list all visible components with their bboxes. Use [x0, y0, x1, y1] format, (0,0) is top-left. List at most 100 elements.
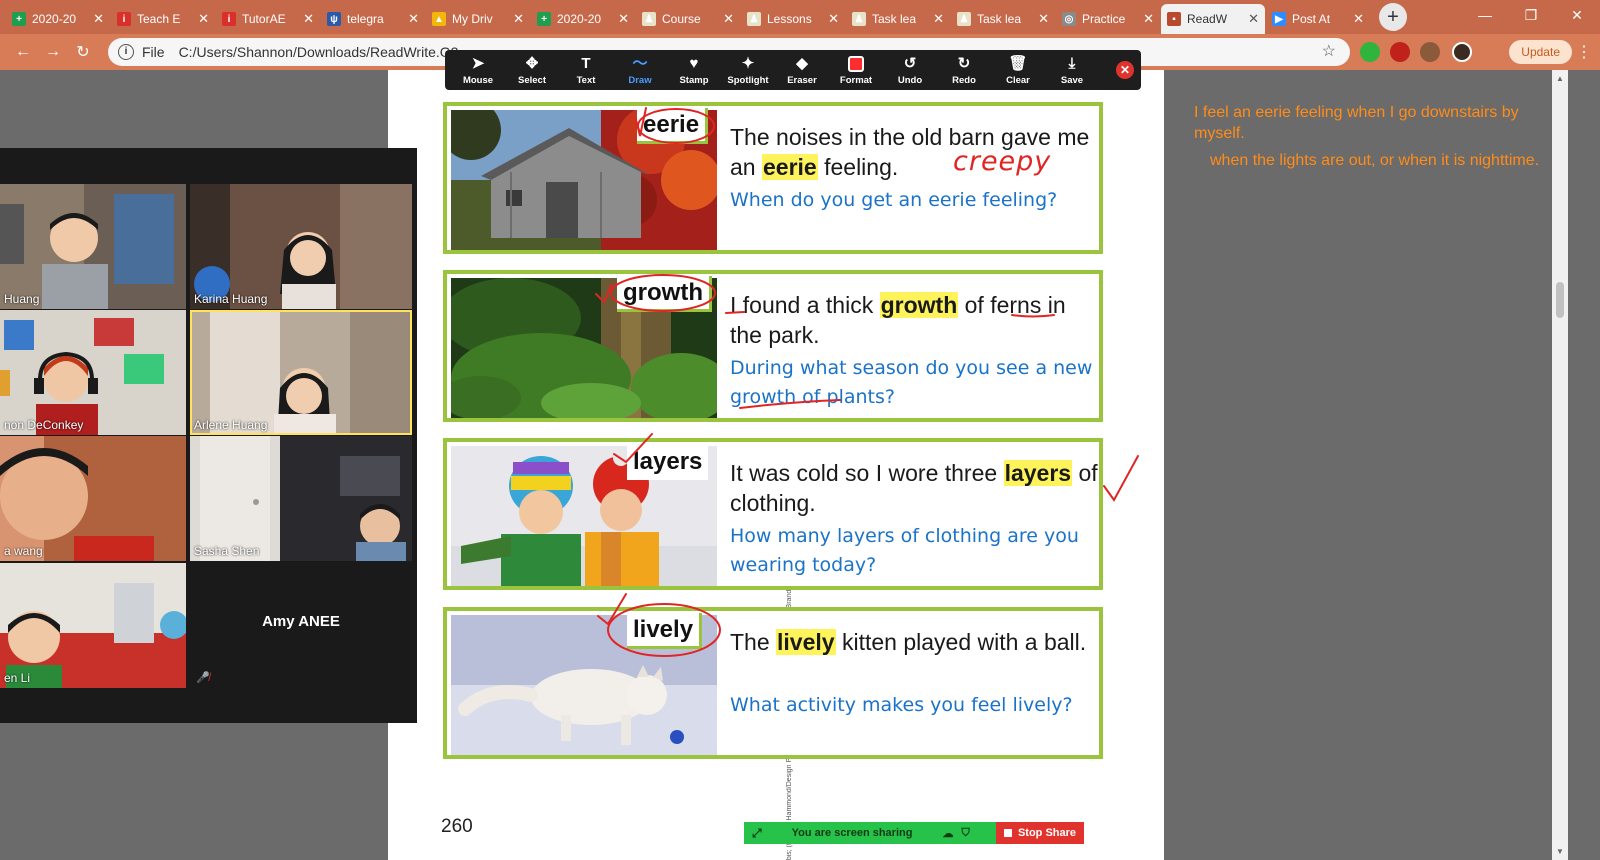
- redo-icon: ↻: [957, 54, 971, 72]
- document-scrollbar[interactable]: ▲ ▼: [1552, 70, 1568, 860]
- back-icon[interactable]: ←: [8, 43, 38, 61]
- note-line: I feel an eerie feeling when I go downst…: [1194, 104, 1519, 142]
- browser-tab[interactable]: ♟ Course ✕: [636, 4, 740, 34]
- participant-tile[interactable]: non DeConkey: [0, 310, 186, 435]
- url-text[interactable]: C:/Users/Shannon/Downloads/ReadWrite.G2: [179, 44, 459, 60]
- screen-share-bar: ⤢ You are screen sharing ☁ ⛉ Stop Share: [744, 822, 1084, 844]
- reload-icon[interactable]: ↻: [68, 42, 98, 62]
- tab-list: +2020-20 ✕ i Teach E ✕ i TutorAE ✕ ψ telegra ✕ ▲ My …: [0, 0, 1371, 34]
- right-edge: [1568, 70, 1600, 860]
- vocab-word-tab: layers: [627, 444, 709, 480]
- vocab-question: When do you get an eerie feeling?: [730, 189, 1058, 211]
- tab-close-icon[interactable]: ✕: [1353, 11, 1364, 27]
- tab-close-icon[interactable]: ✕: [198, 11, 209, 27]
- tab-close-icon[interactable]: ✕: [303, 11, 314, 27]
- annotation-tool-undo[interactable]: ↺ Undo: [883, 55, 937, 86]
- participant-tile-no-video[interactable]: Amy ANEE 🎤̸: [190, 563, 412, 688]
- bookmark-star-icon[interactable]: ☆: [1322, 41, 1336, 61]
- annotation-tool-format[interactable]: Format: [829, 55, 883, 86]
- browser-tab[interactable]: +2020-20 ✕: [531, 4, 635, 34]
- drag-handle-icon[interactable]: ⤢: [752, 826, 762, 841]
- update-button[interactable]: Update: [1509, 40, 1572, 64]
- browser-tab[interactable]: ♟ Lessons ✕: [741, 4, 845, 34]
- tab-close-icon[interactable]: ✕: [1038, 11, 1049, 27]
- scroll-down-icon[interactable]: ▼: [1556, 847, 1564, 856]
- participant-video: [0, 184, 186, 309]
- annotation-tool-clear[interactable]: 🗑 Clear: [991, 55, 1045, 86]
- tab-close-icon[interactable]: ✕: [1248, 11, 1259, 27]
- browser-tab[interactable]: ▪ ReadW ✕: [1161, 4, 1265, 34]
- annotation-tool-mouse[interactable]: ➤ Mouse: [451, 55, 505, 86]
- annotation-tool-spotlight[interactable]: ✦ Spotlight: [721, 55, 775, 86]
- vocab-sentence: The noises in the old barn gave me an ee…: [730, 124, 1090, 180]
- tab-close-icon[interactable]: ✕: [723, 11, 734, 27]
- stop-share-button[interactable]: Stop Share: [996, 822, 1084, 844]
- browser-menu-icon[interactable]: ⋮: [1576, 42, 1592, 62]
- screen-sharing-status[interactable]: ⤢ You are screen sharing ☁ ⛉: [744, 822, 996, 844]
- tab-favicon-icon: ♟: [747, 12, 761, 26]
- participant-tile[interactable]: Huang: [0, 184, 186, 309]
- close-window-icon[interactable]: ✕: [1554, 0, 1600, 30]
- stop-icon: [1003, 829, 1012, 837]
- annotation-tool-draw[interactable]: 〜 Draw: [613, 55, 667, 86]
- tab-close-icon[interactable]: ✕: [618, 11, 629, 27]
- participant-video: [0, 436, 186, 561]
- annotation-tool-redo[interactable]: ↻ Redo: [937, 55, 991, 86]
- participant-tile[interactable]: a wang: [0, 436, 186, 561]
- tab-title: Teach E: [137, 12, 181, 26]
- browser-tab[interactable]: ψ telegra ✕: [321, 4, 425, 34]
- vocab-word-tab: growth: [617, 276, 712, 312]
- annotation-tool-label: Select: [518, 74, 546, 86]
- participant-video: [0, 310, 186, 435]
- screen-sharing-label: You are screen sharing: [791, 827, 913, 839]
- tab-title: Course: [662, 12, 701, 26]
- participant-tile-active-speaker[interactable]: Arlene Huang: [190, 310, 412, 435]
- tab-close-icon[interactable]: ✕: [513, 11, 524, 27]
- close-annotation-icon[interactable]: ✕: [1116, 61, 1134, 79]
- tab-favicon-icon: ▪: [1167, 12, 1181, 26]
- browser-tab[interactable]: ♟ Task lea ✕: [846, 4, 950, 34]
- browser-tab[interactable]: +2020-20 ✕: [6, 4, 110, 34]
- extension-green-icon[interactable]: [1360, 42, 1380, 62]
- forward-icon[interactable]: →: [38, 43, 68, 61]
- annotation-tool-eraser[interactable]: ◆ Eraser: [775, 55, 829, 86]
- extension-puzzle-icon[interactable]: [1420, 42, 1440, 62]
- info-icon[interactable]: i: [118, 44, 134, 60]
- annotation-tool-save[interactable]: ⤓ Save: [1045, 55, 1099, 86]
- tab-close-icon[interactable]: ✕: [828, 11, 839, 27]
- annotation-tool-label: Stamp: [679, 74, 709, 86]
- participant-tile[interactable]: en Li: [0, 563, 186, 688]
- annotation-tool-text[interactable]: T Text: [559, 55, 613, 86]
- vocab-card-layers: layers It was cold so I wore three layer…: [443, 438, 1103, 590]
- vocab-question: During what season do you see a new grow…: [730, 357, 1093, 408]
- tab-close-icon[interactable]: ✕: [93, 11, 104, 27]
- profile-avatar[interactable]: [1452, 42, 1472, 62]
- tab-title: 2020-20: [32, 12, 77, 26]
- extension-ublock-icon[interactable]: [1390, 42, 1410, 62]
- participant-tile[interactable]: Sasha Shen: [190, 436, 412, 561]
- tab-close-icon[interactable]: ✕: [1143, 11, 1154, 27]
- new-tab-button[interactable]: +: [1379, 3, 1407, 31]
- draw-icon: 〜: [632, 54, 648, 72]
- scroll-up-icon[interactable]: ▲: [1556, 74, 1564, 83]
- trash-icon: 🗑: [1008, 54, 1028, 72]
- participant-name: Huang: [4, 292, 40, 306]
- participant-tile[interactable]: Karina Huang: [190, 184, 412, 309]
- stop-share-label: Stop Share: [1017, 827, 1077, 839]
- browser-tab[interactable]: ♟ Task lea ✕: [951, 4, 1055, 34]
- tab-close-icon[interactable]: ✕: [408, 11, 419, 27]
- restore-icon[interactable]: ❐: [1508, 0, 1554, 30]
- spotlight-wand-icon: ✦: [741, 54, 755, 72]
- tab-close-icon[interactable]: ✕: [933, 11, 944, 27]
- browser-tab[interactable]: ▲ My Driv ✕: [426, 4, 530, 34]
- annotation-tool-label: Mouse: [462, 74, 494, 86]
- browser-tab[interactable]: i Teach E ✕: [111, 4, 215, 34]
- annotation-tool-stamp[interactable]: ♥ Stamp: [667, 55, 721, 86]
- minimize-icon[interactable]: —: [1462, 0, 1508, 30]
- browser-tab[interactable]: ◎ Practice ✕: [1056, 4, 1160, 34]
- browser-tab[interactable]: ▶ Post At ✕: [1266, 4, 1370, 34]
- browser-tab[interactable]: i TutorAE ✕: [216, 4, 320, 34]
- scrollbar-thumb[interactable]: [1556, 282, 1564, 318]
- annotation-tool-select[interactable]: ✥ Select: [505, 55, 559, 86]
- annotation-tool-label: Save: [1060, 74, 1084, 86]
